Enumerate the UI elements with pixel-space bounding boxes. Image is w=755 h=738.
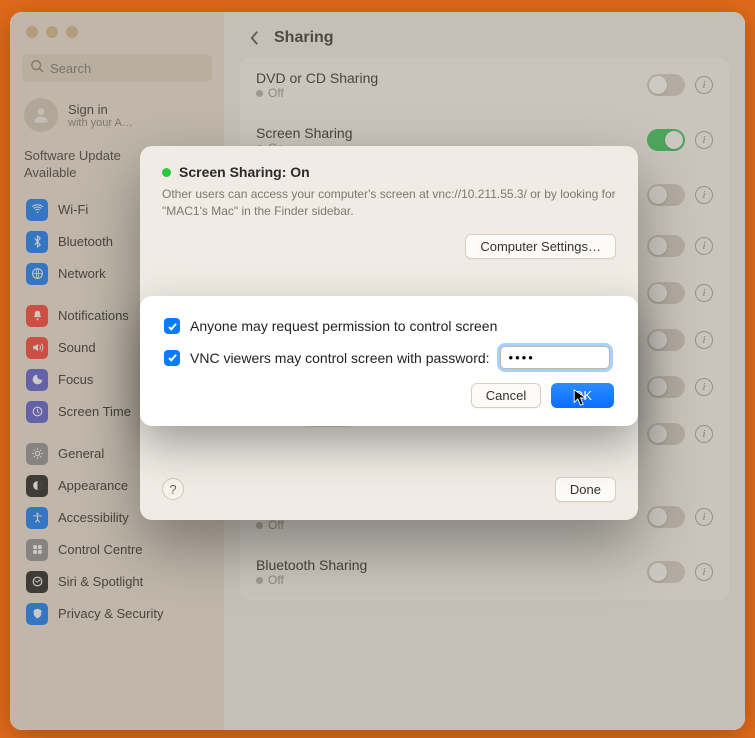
checkbox-checked-icon[interactable] [164, 350, 180, 366]
vnc-password-field[interactable] [500, 346, 610, 369]
option-vnc-password[interactable]: VNC viewers may control screen with pass… [164, 346, 614, 369]
done-button[interactable]: Done [555, 477, 616, 502]
cursor-icon [573, 389, 588, 412]
checkbox-checked-icon[interactable] [164, 318, 180, 334]
help-button[interactable]: ? [162, 478, 184, 500]
status-dot-on [162, 168, 171, 177]
computer-settings-button[interactable]: Computer Settings… [465, 234, 616, 259]
option-anyone-request[interactable]: Anyone may request permission to control… [164, 318, 614, 334]
sheet-title: Screen Sharing: On [179, 164, 310, 180]
computer-settings-dialog: Anyone may request permission to control… [140, 296, 638, 426]
sheet-description: Other users can access your computer's s… [162, 186, 616, 220]
cancel-button[interactable]: Cancel [471, 383, 541, 408]
